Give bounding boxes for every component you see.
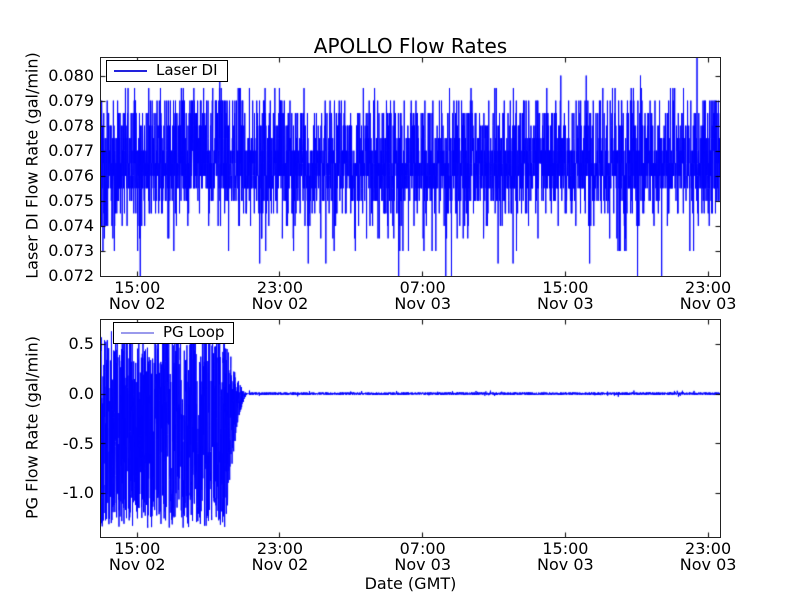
- y-tick-label: 0.076: [48, 165, 94, 185]
- x-tick-date: Nov 02: [108, 554, 166, 574]
- x-tick-date: Nov 02: [108, 293, 166, 313]
- legend-label: PG Loop: [163, 323, 225, 341]
- x-tick-date: Nov 03: [537, 293, 594, 313]
- y-tick-label: 0.079: [48, 90, 94, 110]
- y-tick-label: -1.0: [62, 483, 94, 503]
- x-tick-date: Nov 02: [251, 554, 309, 574]
- x-tick-label: 23:00 Nov 03: [662, 280, 754, 311]
- x-tick-label: 07:00 Nov 03: [377, 541, 469, 572]
- figure: APOLLO Flow Rates Laser DI PG Loop Laser…: [0, 0, 800, 600]
- x-tick-date: Nov 03: [679, 554, 737, 574]
- x-tick-label: 15:00 Nov 02: [91, 541, 183, 572]
- x-tick-date: Nov 03: [394, 554, 452, 574]
- laser-di-series-canvas: [101, 58, 720, 276]
- x-tick-date: Nov 02: [251, 293, 309, 313]
- y-tick-label: 0.078: [48, 115, 94, 135]
- y-tick-label: 0.073: [48, 241, 94, 261]
- legend-line-icon: [114, 69, 147, 72]
- x-tick-label: 15:00 Nov 02: [91, 280, 183, 311]
- x-tick-label: 15:00 Nov 03: [519, 541, 611, 572]
- y-tick-label: -0.5: [62, 433, 94, 453]
- x-tick-date: Nov 03: [679, 293, 737, 313]
- y-tick-label: 0.080: [48, 65, 94, 85]
- laser-di-plot: Laser DI: [100, 57, 721, 277]
- y-tick-label: 0.0: [68, 383, 94, 403]
- y-tick-label: 0.075: [48, 190, 94, 210]
- pg-loop-series-canvas: [101, 320, 720, 537]
- x-tick-label: 23:00 Nov 03: [662, 541, 754, 572]
- legend-pg-loop: PG Loop: [113, 322, 235, 344]
- x-tick-label: 23:00 Nov 02: [234, 280, 326, 311]
- x-tick-label: 15:00 Nov 03: [519, 280, 611, 311]
- x-tick-label: 07:00 Nov 03: [377, 280, 469, 311]
- x-axis-label: Date (GMT): [364, 574, 457, 593]
- y-axis-label-pg-loop: PG Flow Rate (gal/min): [22, 336, 42, 519]
- y-tick-label: 0.5: [68, 333, 94, 353]
- legend-line-icon: [121, 331, 154, 334]
- y-tick-label: 0.072: [48, 266, 94, 286]
- legend-label: Laser DI: [156, 61, 218, 79]
- pg-loop-plot: PG Loop: [100, 319, 721, 538]
- chart-title: APOLLO Flow Rates: [313, 34, 508, 58]
- x-tick-date: Nov 03: [394, 293, 452, 313]
- y-tick-label: 0.074: [48, 215, 94, 235]
- y-tick-label: 0.077: [48, 140, 94, 160]
- x-tick-date: Nov 03: [537, 554, 594, 574]
- legend-laser-di: Laser DI: [106, 60, 228, 82]
- x-tick-label: 23:00 Nov 02: [234, 541, 326, 572]
